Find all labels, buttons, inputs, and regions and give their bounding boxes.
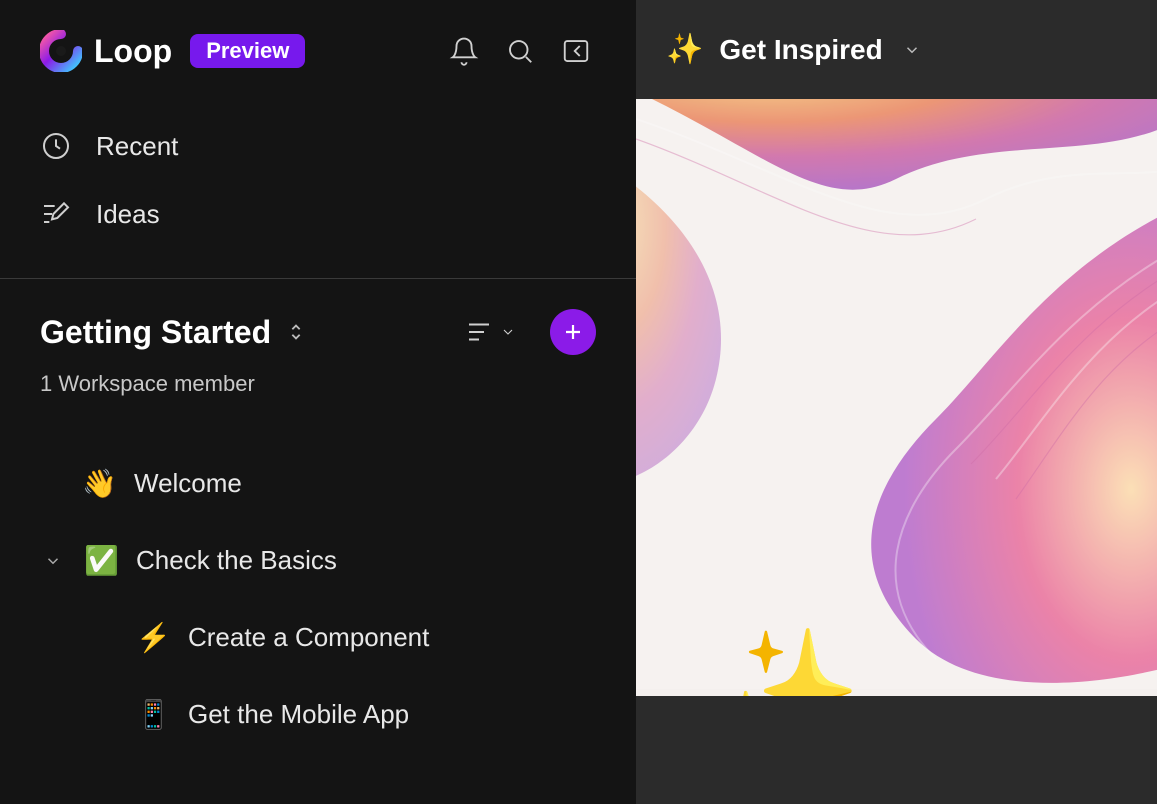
chevron-down-icon [903,41,921,59]
plus-icon [561,320,585,344]
pen-lines-icon [40,198,72,230]
page-item-create-component[interactable]: ⚡ Create a Component [40,601,596,674]
expand-toggle[interactable] [44,550,66,572]
search-button[interactable] [500,31,540,71]
page-title: Get Inspired [719,34,882,66]
bell-icon [449,36,479,66]
collapse-sidebar-button[interactable] [556,31,596,71]
loop-logo-icon [40,30,82,72]
page-label: Check the Basics [136,545,337,576]
nav-section: Recent Ideas [0,92,636,278]
search-icon [505,36,535,66]
chevron-down-icon [44,552,62,570]
chevron-down-icon [500,324,516,340]
preview-badge: Preview [190,34,305,68]
page-label: Create a Component [188,622,429,653]
workspace-switcher[interactable] [285,321,307,343]
top-bar: Loop Preview [0,0,636,92]
page-label: Welcome [134,468,242,499]
workspace-subtitle: 1 Workspace member [40,371,596,397]
wave-icon: 👋 [82,467,116,500]
workspace-section: Getting Started 1 Workspace member 👋 Wel… [0,279,636,804]
app-name: Loop [94,33,172,70]
workspace-title[interactable]: Getting Started [40,314,271,351]
marble-texture [636,99,1157,696]
page-tree: 👋 Welcome ✅ Check the Basics ⚡ Create a … [40,447,596,751]
cover-image: ✨ [636,99,1157,696]
page-item-mobile-app[interactable]: 📱 Get the Mobile App [40,678,596,751]
page-item-welcome[interactable]: 👋 Welcome [40,447,596,520]
page-item-check-basics[interactable]: ✅ Check the Basics [40,524,596,597]
nav-label: Ideas [96,199,160,230]
panel-collapse-icon [561,36,591,66]
sort-button[interactable] [464,317,516,347]
mobile-icon: 📱 [136,698,170,731]
nav-item-recent[interactable]: Recent [40,112,596,180]
check-icon: ✅ [84,544,118,577]
sidebar: Loop Preview Recent Ideas Getting Starte… [0,0,636,804]
page-emoji-overlay: ✨ [712,632,861,696]
logo[interactable]: Loop Preview [40,30,305,72]
notifications-button[interactable] [444,31,484,71]
list-icon [464,317,494,347]
clock-icon [40,130,72,162]
content-body [636,696,1157,804]
content-panel: ✨ Get Inspired [636,0,1157,804]
page-label: Get the Mobile App [188,699,409,730]
add-page-button[interactable] [550,309,596,355]
nav-item-ideas[interactable]: Ideas [40,180,596,248]
chevron-updown-icon [285,321,307,343]
sparkles-icon: ✨ [666,32,703,67]
nav-label: Recent [96,131,178,162]
lightning-icon: ⚡ [136,621,170,654]
workspace-header: Getting Started [40,309,596,355]
breadcrumb[interactable]: ✨ Get Inspired [636,0,1157,99]
